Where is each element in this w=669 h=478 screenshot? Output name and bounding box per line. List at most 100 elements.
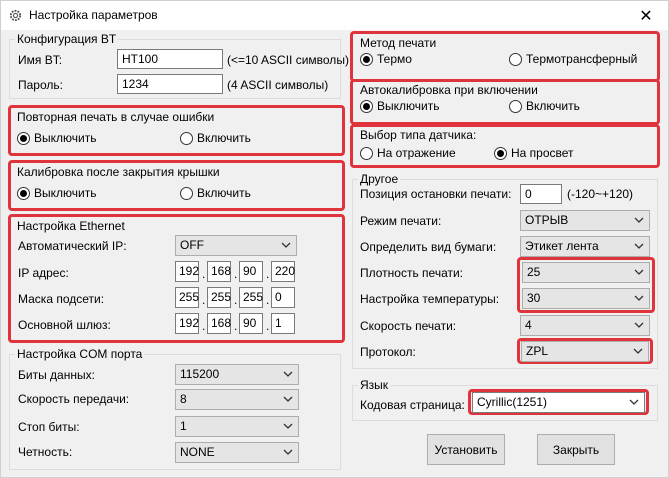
radio-selected-icon [494, 146, 507, 160]
autocalib-off-label: Выключить [377, 99, 440, 113]
ip-dot: . [202, 267, 206, 281]
autocalib-on-label: Включить [526, 99, 580, 113]
temp-label: Настройка температуры: [360, 292, 500, 306]
gateway-octet-4[interactable]: 1 [271, 313, 295, 334]
density-select[interactable]: 25 [522, 262, 650, 283]
title-bar: Настройка параметров ✕ [1, 1, 668, 30]
mask-octet-3[interactable]: 255 [239, 287, 263, 308]
protocol-select[interactable]: ZPL [521, 341, 649, 362]
reprint-title: Повторная печать в случае ошибки [17, 110, 215, 124]
radio-empty-icon [180, 131, 193, 145]
calib-cover-title: Калибровка после закрытия крышки [17, 165, 220, 179]
mode-select[interactable]: ОТРЫВ [520, 210, 650, 231]
temp-value: 30 [527, 291, 541, 305]
chevron-down-icon [629, 399, 639, 405]
ip-label: IP адрес: [18, 266, 69, 280]
chevron-down-icon [633, 348, 643, 354]
stopbits-select[interactable]: 1 [175, 416, 299, 437]
speed-label: Скорость печати: [360, 319, 457, 333]
gear-icon [9, 9, 22, 22]
gateway-octet-3[interactable]: 90 [239, 313, 263, 334]
close-button[interactable]: Закрыть [537, 434, 615, 465]
close-window-button[interactable]: ✕ [624, 1, 668, 30]
sensor-through-radio[interactable]: На просвет [494, 146, 574, 160]
mask-octet-2[interactable]: 255 [207, 287, 231, 308]
speed-select[interactable]: 4 [520, 315, 650, 336]
radio-empty-icon [509, 99, 522, 113]
autocalib-title: Автокалибровка при включении [360, 83, 538, 97]
stop-pos-range: (-120~+120) [567, 187, 634, 201]
bt-name-label: Имя BT: [18, 53, 63, 67]
print-method-thermo-label: Термо [377, 52, 412, 66]
bt-name-input[interactable]: HT100 [117, 49, 223, 69]
autocalib-off-radio[interactable]: Выключить [360, 99, 439, 113]
print-method-transfer-label: Термотрансферный [526, 52, 638, 66]
stopbits-value: 1 [180, 419, 187, 433]
print-method-thermo-radio[interactable]: Термо [360, 52, 412, 66]
print-method-title: Метод печати [360, 36, 437, 50]
mask-label: Маска подсети: [18, 292, 105, 306]
window-title: Настройка параметров [29, 8, 158, 22]
chevron-down-icon [283, 371, 293, 377]
mask-octet-4[interactable]: 0 [271, 287, 295, 308]
paper-label: Определить вид бумаги: [360, 240, 497, 254]
mask-octet-1[interactable]: 255 [175, 287, 199, 308]
paper-select[interactable]: Этикет лента [520, 236, 650, 257]
chevron-down-icon [283, 449, 293, 455]
gateway-octet-2[interactable]: 168 [207, 313, 231, 334]
temp-select[interactable]: 30 [522, 288, 650, 309]
print-method-transfer-radio[interactable]: Термотрансферный [509, 52, 637, 66]
reprint-on-radio[interactable]: Включить [180, 131, 251, 145]
radio-empty-icon [509, 52, 522, 66]
codepage-value: Cyrillic(1251) [477, 395, 548, 409]
parity-label: Четность: [18, 445, 73, 459]
calib-cover-on-label: Включить [197, 186, 251, 200]
mask-dot: . [266, 293, 270, 307]
ethernet-title: Настройка Ethernet [17, 219, 125, 233]
paper-value: Этикет лента [525, 239, 599, 253]
radio-selected-icon [17, 186, 30, 200]
gateway-dot: . [266, 319, 270, 333]
ip-octet-4[interactable]: 220 [271, 261, 295, 282]
ip-octet-3[interactable]: 90 [239, 261, 263, 282]
calib-cover-off-label: Выключить [34, 186, 97, 200]
language-title: Язык [358, 378, 391, 392]
databits-select[interactable]: 115200 [175, 364, 299, 385]
reprint-off-radio[interactable]: Выключить [17, 131, 96, 145]
radio-empty-icon [360, 146, 373, 160]
stopbits-label: Стоп биты: [18, 420, 80, 434]
auto-ip-select[interactable]: OFF [175, 235, 297, 256]
apply-button[interactable]: Установить [427, 434, 505, 465]
chevron-down-icon [281, 242, 291, 248]
sensor-reflect-radio[interactable]: На отражение [360, 146, 456, 160]
gateway-octet-1[interactable]: 192 [175, 313, 199, 334]
stop-pos-input[interactable]: 0 [520, 184, 562, 204]
ip-octet-1[interactable]: 192 [175, 261, 199, 282]
speed-value: 4 [525, 318, 532, 332]
bt-password-input[interactable]: 1234 [117, 74, 223, 94]
bt-password-label: Пароль: [18, 78, 63, 92]
reprint-on-label: Включить [197, 131, 251, 145]
close-icon: ✕ [639, 7, 653, 25]
chevron-down-icon [634, 322, 644, 328]
baud-label: Скорость передачи: [18, 392, 130, 406]
chevron-down-icon [634, 295, 644, 301]
calib-cover-off-radio[interactable]: Выключить [17, 186, 96, 200]
baud-select[interactable]: 8 [175, 389, 299, 410]
chevron-down-icon [283, 423, 293, 429]
mask-dot: . [234, 293, 238, 307]
chevron-down-icon [634, 243, 644, 249]
calib-cover-on-radio[interactable]: Включить [180, 186, 251, 200]
parity-value: NONE [180, 445, 215, 459]
radio-selected-icon [360, 52, 373, 66]
reprint-off-label: Выключить [34, 131, 97, 145]
sensor-reflect-label: На отражение [377, 146, 456, 160]
autocalib-on-radio[interactable]: Включить [509, 99, 580, 113]
codepage-select[interactable]: Cyrillic(1251) [472, 392, 645, 413]
parity-select[interactable]: NONE [175, 442, 299, 463]
radio-selected-icon [360, 99, 373, 113]
mode-label: Режим печати: [360, 214, 442, 228]
sensor-title: Выбор типа датчика: [360, 128, 477, 142]
other-title: Другое [358, 172, 401, 186]
ip-octet-2[interactable]: 168 [207, 261, 231, 282]
